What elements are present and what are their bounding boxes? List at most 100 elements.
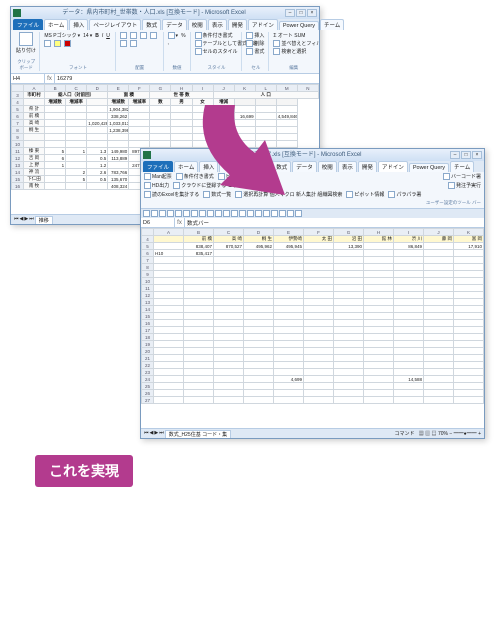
cell[interactable]: [454, 271, 484, 278]
cell[interactable]: 4,699: [274, 376, 304, 383]
col-header[interactable]: A: [24, 85, 45, 92]
cell[interactable]: 776,098: [213, 106, 234, 113]
cell[interactable]: [274, 278, 304, 285]
cell[interactable]: [184, 299, 214, 306]
cell[interactable]: [150, 113, 171, 120]
cell[interactable]: [184, 369, 214, 376]
close-button[interactable]: ×: [472, 151, 482, 159]
cell[interactable]: [304, 341, 334, 348]
cell[interactable]: [244, 306, 274, 313]
ribbon-tab-ホーム[interactable]: ホーム: [44, 19, 68, 30]
order-plan-button[interactable]: 発注予実行: [448, 182, 481, 189]
cell[interactable]: 408,324: [108, 183, 129, 190]
cell[interactable]: 桐 生: [24, 127, 45, 134]
cell[interactable]: [274, 320, 304, 327]
cell[interactable]: [364, 355, 394, 362]
cell[interactable]: [454, 369, 484, 376]
qat-button-12[interactable]: [239, 210, 246, 217]
cell[interactable]: 藤 岡: [424, 236, 454, 243]
cell[interactable]: [244, 313, 274, 320]
recalc-misc-button[interactable]: 選択再計算 個人マクロ 新人集計 組織図検索: [235, 191, 342, 198]
view-break-button[interactable]: ▤: [432, 431, 437, 437]
zoom-out-button[interactable]: −: [449, 431, 452, 437]
cell[interactable]: [184, 306, 214, 313]
cell[interactable]: [154, 278, 184, 285]
cell[interactable]: [304, 264, 334, 271]
bold-button[interactable]: B: [94, 32, 100, 39]
cell[interactable]: [394, 313, 424, 320]
ribbon-tab-校閲[interactable]: 校閲: [188, 19, 207, 30]
cell[interactable]: [334, 376, 364, 383]
cell[interactable]: [304, 306, 334, 313]
row-header[interactable]: 5: [142, 243, 154, 250]
sheet-nav-next[interactable]: ▶: [154, 430, 158, 438]
cell[interactable]: [334, 369, 364, 376]
delete-cells-button[interactable]: 削除: [245, 40, 265, 47]
cell[interactable]: [274, 264, 304, 271]
row-header[interactable]: 5: [12, 106, 24, 113]
qat-button-10[interactable]: [223, 210, 230, 217]
cell[interactable]: 上 野: [24, 162, 45, 169]
ribbon-tab-ページレイアウト[interactable]: ページレイアウト: [89, 19, 141, 30]
ribbon-tab-アドイン[interactable]: アドイン: [378, 161, 408, 172]
cell[interactable]: [304, 334, 334, 341]
cell[interactable]: [454, 306, 484, 313]
cell[interactable]: 0.5: [87, 155, 108, 162]
cell[interactable]: 13,390: [334, 243, 364, 250]
cell[interactable]: [304, 383, 334, 390]
col-header[interactable]: J: [424, 229, 454, 236]
col-header[interactable]: I: [394, 229, 424, 236]
cell[interactable]: [184, 348, 214, 355]
ribbon-tab-チーム[interactable]: チーム: [320, 19, 344, 30]
cell[interactable]: [304, 327, 334, 334]
cell[interactable]: [364, 341, 394, 348]
cell[interactable]: [424, 320, 454, 327]
cell[interactable]: [454, 292, 484, 299]
titlebar[interactable]: データ：県内市町村_世帯数・人口.xls [互換モード] - Microsoft…: [11, 7, 319, 19]
col-header[interactable]: D: [244, 229, 274, 236]
paste-button[interactable]: 貼り付け: [15, 32, 37, 54]
col-header[interactable]: A: [154, 229, 184, 236]
cell[interactable]: 113,889: [108, 155, 129, 162]
cell[interactable]: [394, 271, 424, 278]
find-select-button[interactable]: 検索と選択: [272, 48, 307, 55]
cell[interactable]: [129, 141, 150, 148]
ribbon-tab-開発[interactable]: 開発: [358, 161, 377, 172]
cell[interactable]: [192, 141, 213, 148]
ribbon-tab-表示[interactable]: 表示: [338, 161, 357, 172]
cell[interactable]: [394, 327, 424, 334]
cell[interactable]: [274, 313, 304, 320]
cell[interactable]: [154, 334, 184, 341]
flip-sign-button[interactable]: パラパラ署: [388, 191, 421, 198]
cell[interactable]: [244, 397, 274, 404]
cell[interactable]: [129, 106, 150, 113]
cell[interactable]: [424, 369, 454, 376]
align-middle-button[interactable]: [129, 32, 138, 39]
cell[interactable]: [45, 113, 66, 120]
col-header[interactable]: H: [171, 85, 192, 92]
hd-output-button[interactable]: HD出力: [144, 182, 169, 189]
cell[interactable]: [394, 383, 424, 390]
maximize-button[interactable]: □: [296, 9, 306, 17]
fill-color-button[interactable]: [53, 40, 62, 47]
cell[interactable]: [45, 106, 66, 113]
cell[interactable]: [45, 120, 66, 127]
cell[interactable]: [154, 292, 184, 299]
cell[interactable]: [129, 120, 150, 127]
cell[interactable]: [184, 362, 214, 369]
row-header[interactable]: 8: [12, 127, 24, 134]
ribbon-tab-ページレイアウト[interactable]: ページレイアウト: [219, 161, 271, 172]
cell[interactable]: [244, 264, 274, 271]
cell[interactable]: [364, 334, 394, 341]
cell[interactable]: [424, 313, 454, 320]
percent-button[interactable]: %: [180, 32, 186, 39]
cell[interactable]: [87, 106, 108, 113]
cell[interactable]: 495,945: [274, 243, 304, 250]
cell[interactable]: [213, 134, 234, 141]
cell[interactable]: [394, 264, 424, 271]
cell[interactable]: [66, 113, 87, 120]
col-header[interactable]: C: [66, 85, 87, 92]
formula-list-button[interactable]: 数式一覧: [203, 191, 231, 198]
cell[interactable]: [454, 362, 484, 369]
cell[interactable]: [129, 127, 150, 134]
